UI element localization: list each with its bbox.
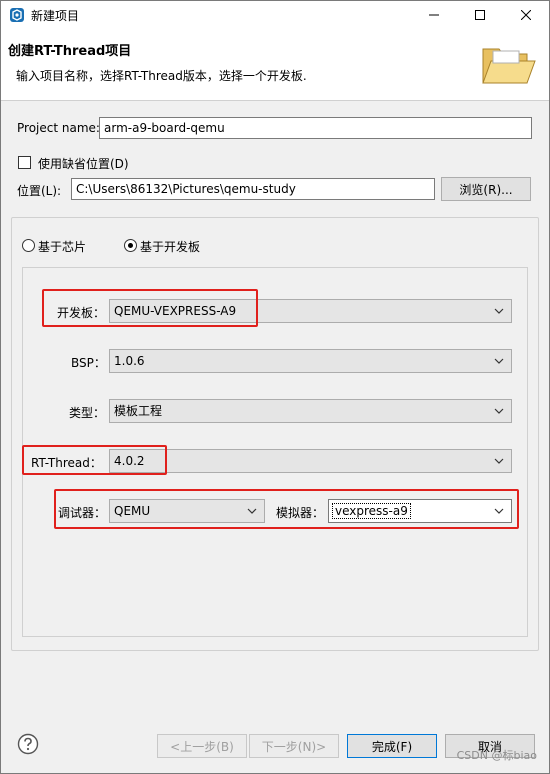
rtthread-version-select[interactable]: 4.0.2 bbox=[109, 449, 512, 473]
default-location-checkbox[interactable] bbox=[18, 156, 31, 169]
browse-button[interactable]: 浏览(R)... bbox=[441, 177, 531, 201]
board-radio-label: 基于开发板 bbox=[140, 240, 201, 254]
bsp-select-value: 1.0.6 bbox=[114, 354, 145, 368]
bsp-label: BSP： bbox=[71, 356, 106, 370]
type-select[interactable]: 模板工程 bbox=[109, 399, 512, 423]
location-input[interactable]: C:\Users\86132\Pictures\qemu-study bbox=[71, 178, 435, 200]
rt-thread-app-icon bbox=[10, 8, 24, 22]
chevron-down-icon bbox=[494, 458, 504, 464]
chevron-down-icon bbox=[494, 408, 504, 414]
header-banner: 创建RT-Thread项目 输入项目名称，选择RT-Thread版本，选择一个开… bbox=[1, 29, 549, 101]
project-name-input[interactable]: arm-a9-board-qemu bbox=[99, 117, 532, 139]
type-select-value: 模板工程 bbox=[114, 404, 163, 418]
help-icon[interactable] bbox=[17, 733, 39, 755]
location-label: 位置(L): bbox=[17, 184, 62, 198]
folder-open-icon bbox=[482, 48, 536, 84]
close-icon bbox=[521, 10, 531, 20]
board-highlight-box bbox=[42, 289, 258, 327]
debugger-highlight-box bbox=[54, 489, 519, 529]
bsp-select[interactable]: 1.0.6 bbox=[109, 349, 512, 373]
chip-radio-label: 基于芯片 bbox=[38, 240, 87, 254]
minimize-button[interactable] bbox=[411, 1, 457, 29]
minimize-icon bbox=[429, 14, 439, 16]
banner-title: 创建RT-Thread项目 bbox=[8, 44, 132, 59]
chip-radio[interactable] bbox=[22, 239, 35, 252]
chevron-down-icon bbox=[494, 358, 504, 364]
banner-description: 输入项目名称，选择RT-Thread版本，选择一个开发板. bbox=[16, 69, 307, 83]
watermark-text: CSDN @标biao bbox=[456, 749, 537, 762]
board-radio[interactable] bbox=[124, 239, 137, 252]
maximize-button[interactable] bbox=[457, 1, 503, 29]
finish-button[interactable]: 完成(F) bbox=[347, 734, 437, 758]
title-bar: 新建项目 bbox=[1, 1, 549, 29]
back-button[interactable]: <上一步(B) bbox=[157, 734, 247, 758]
type-label: 类型： bbox=[69, 406, 106, 420]
new-project-dialog: 新建项目 创建RT-Thread项目 输入项目名称，选择RT-Thread版本，… bbox=[0, 0, 550, 774]
window-title: 新建项目 bbox=[31, 9, 80, 23]
project-name-label: Project name: bbox=[17, 121, 100, 135]
close-button[interactable] bbox=[503, 1, 549, 29]
default-location-label: 使用缺省位置(D) bbox=[38, 157, 129, 171]
rtthread-highlight-box bbox=[22, 445, 167, 475]
chevron-down-icon bbox=[494, 308, 504, 314]
maximize-icon bbox=[475, 10, 485, 20]
next-button[interactable]: 下一步(N)> bbox=[249, 734, 339, 758]
